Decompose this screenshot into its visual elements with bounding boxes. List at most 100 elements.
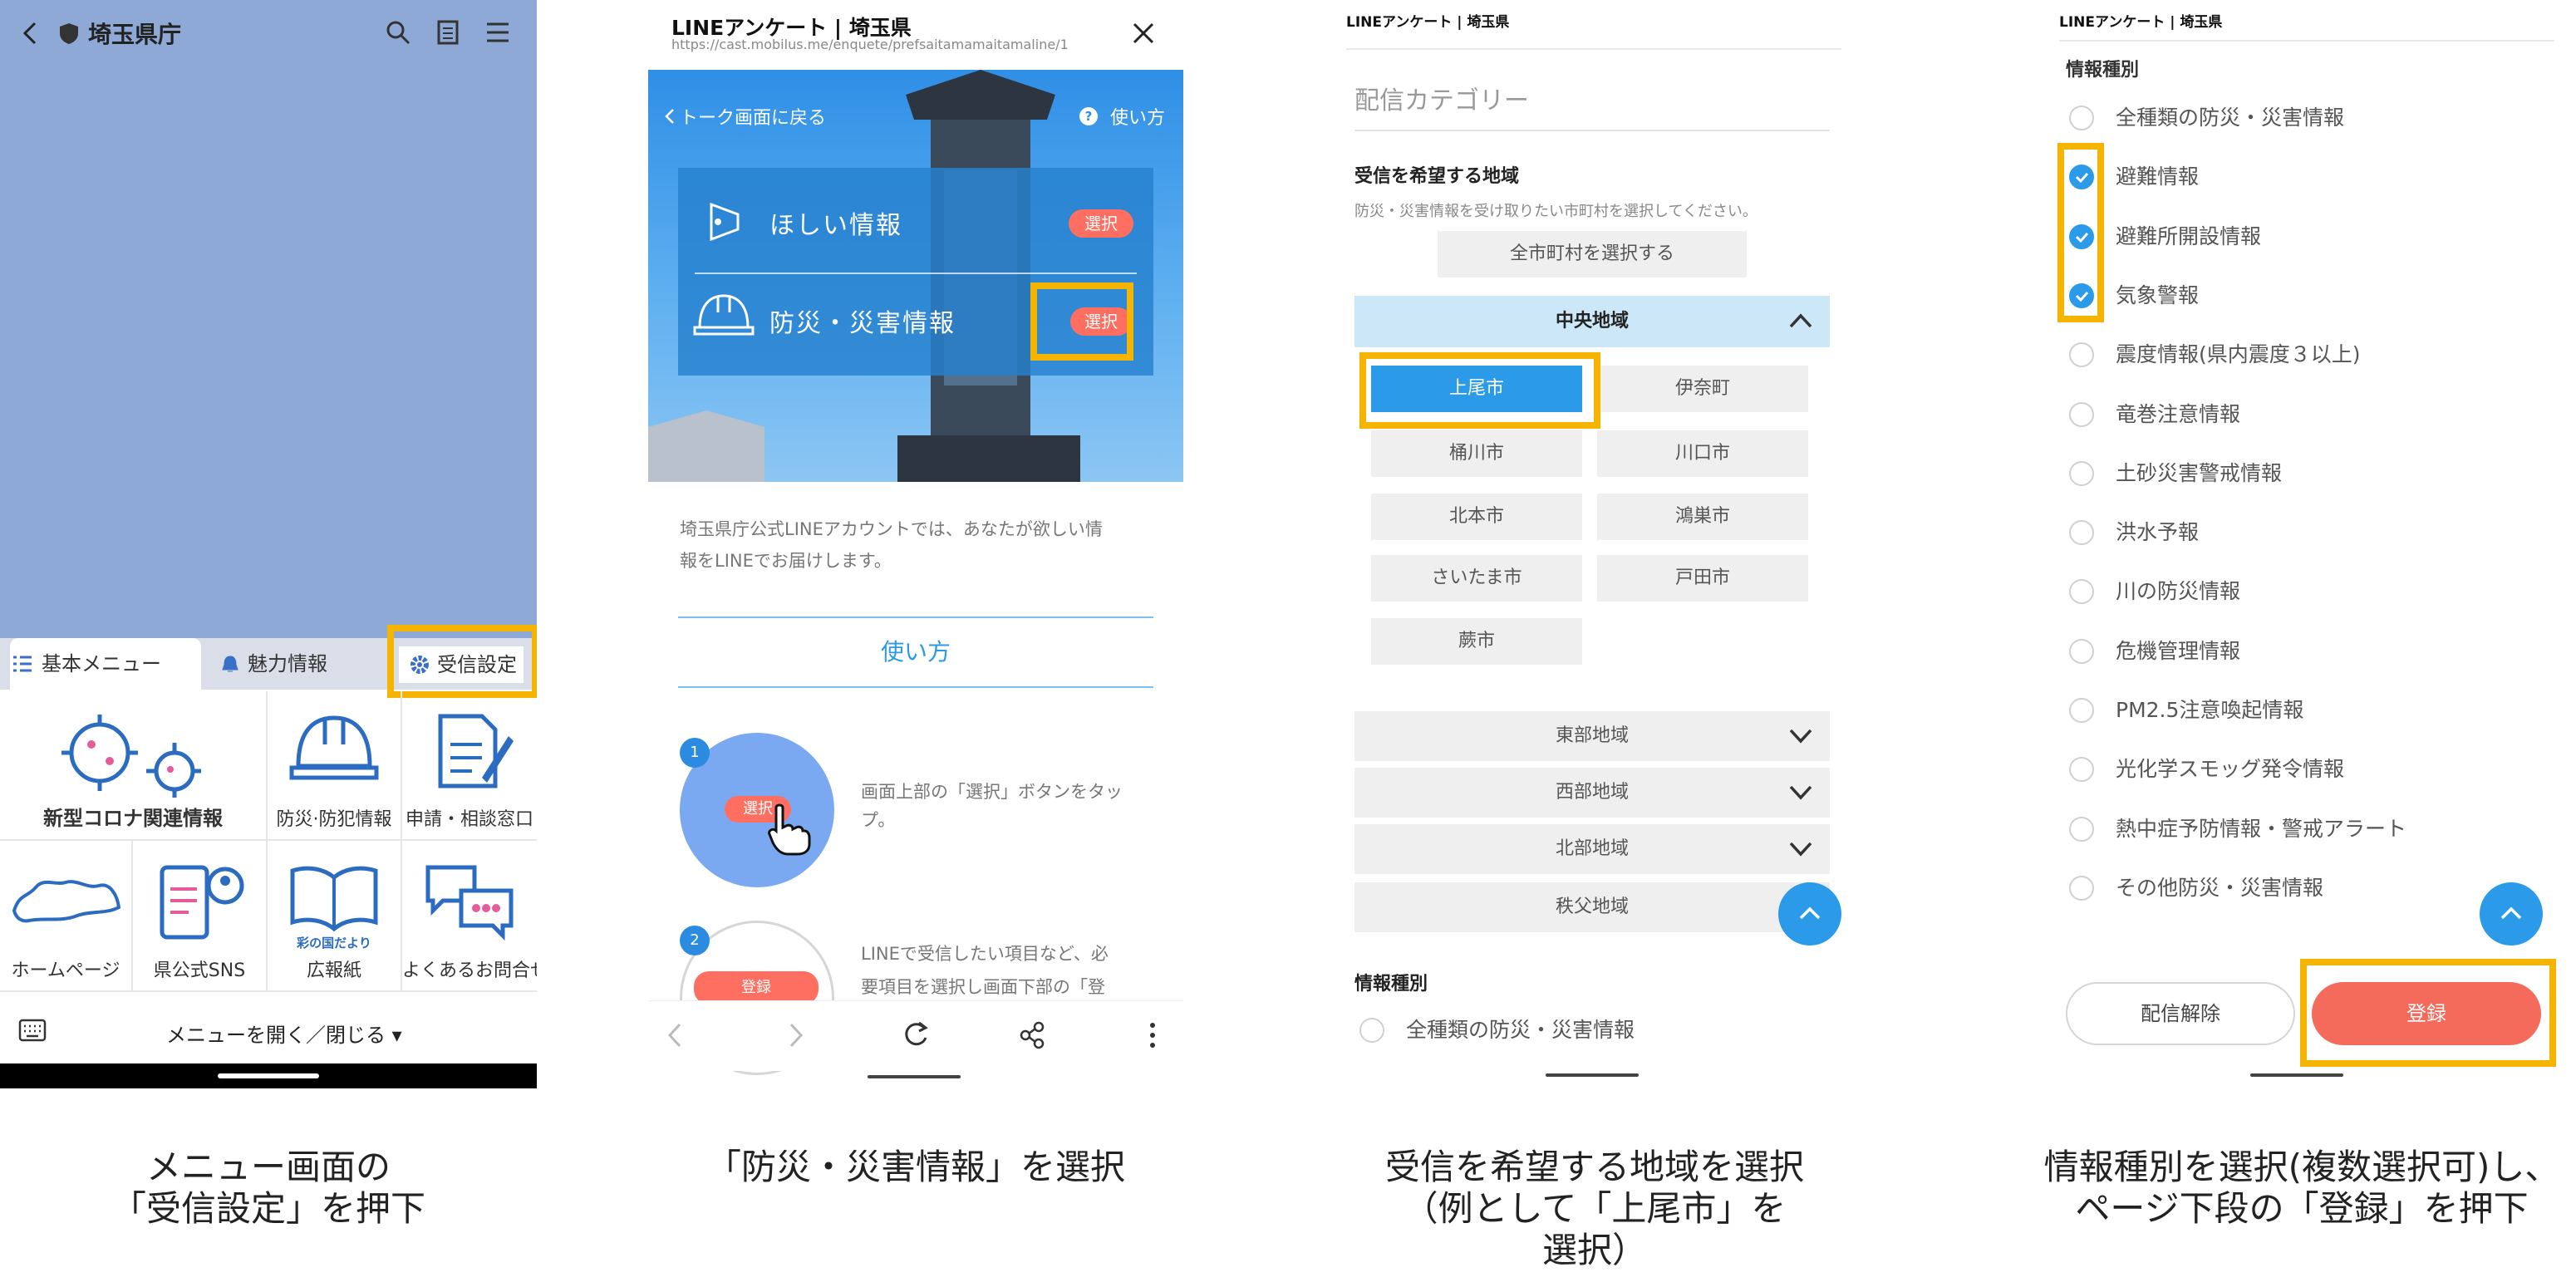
radio-unchecked[interactable] [2069, 401, 2094, 427]
divider [1354, 130, 1830, 131]
city-warabi[interactable]: 蕨市 [1371, 618, 1582, 665]
menu-faq[interactable]: よくあるお問合せ [402, 841, 537, 992]
chevron-up-icon [2500, 906, 2522, 920]
hamburger-menu-icon[interactable] [485, 22, 510, 43]
saitama-map-icon [12, 880, 121, 923]
city-kitamoto[interactable]: 北本市 [1371, 494, 1582, 540]
highlight-ageo [1359, 352, 1600, 429]
select-wanted-info-button[interactable]: 選択 [1069, 209, 1133, 238]
shield-icon [60, 23, 78, 44]
survey-title: LINEアンケート | 埼玉県 [2059, 14, 2223, 31]
step2-register-pill: 登録 [694, 971, 819, 1004]
city-toda[interactable]: 戸田市 [1597, 555, 1808, 602]
radio-unchecked[interactable] [2069, 757, 2094, 783]
caption-step3: 受信を希望する地域を選択 （例として「上尾市」を 選択） [1384, 1147, 1804, 1270]
highlight-register [2300, 959, 2556, 1067]
radio-unchecked[interactable] [2069, 638, 2094, 664]
scroll-top-button[interactable] [2480, 882, 2543, 946]
region-west[interactable]: 西部地域 [1354, 768, 1830, 818]
document-pen-icon [438, 714, 514, 788]
radio-unchecked[interactable] [2069, 579, 2094, 605]
radio-unchecked[interactable] [2069, 460, 2094, 486]
radio-unchecked[interactable] [2069, 106, 2094, 130]
svg-text:?: ? [1085, 109, 1093, 124]
menu-toggle[interactable]: メニューを開く／閉じる ▾ [166, 1019, 402, 1048]
home-indicator[interactable] [868, 1075, 961, 1078]
radio-unchecked[interactable] [1359, 1018, 1384, 1043]
keyboard-icon[interactable] [18, 1019, 47, 1042]
app-header: 埼玉県庁 [0, 0, 537, 66]
info-option-label: 竜巻注意情報 [2116, 401, 2241, 426]
city-kawaguchi[interactable]: 川口市 [1597, 430, 1808, 477]
step1-text: 画面上部の「選択」ボタンをタッ プ。 [861, 782, 1123, 830]
share-icon[interactable] [1019, 1021, 1045, 1049]
tab-attraction[interactable]: 魅力情報 [218, 638, 376, 690]
region-east[interactable]: 東部地域 [1354, 711, 1830, 761]
menu-application-consultation[interactable]: 申請・相談窓口 [402, 691, 537, 841]
bell-icon [222, 656, 238, 672]
header-divider [1346, 37, 1841, 50]
help-link[interactable]: 使い方 [1110, 103, 1165, 130]
info-option-label: 熱中症予防情報・警戒アラート [2116, 816, 2407, 841]
survey-url: https://cast.mobilus.me/enquete/prefsait… [671, 37, 1069, 52]
info-type-heading: 情報種別 [1354, 974, 1428, 995]
city-konosu[interactable]: 鴻巣市 [1597, 494, 1808, 540]
radio-unchecked[interactable] [2069, 698, 2094, 723]
survey-title: LINEアンケート | 埼玉県 [1346, 14, 1510, 31]
city-saitama[interactable]: さいたま市 [1371, 555, 1582, 602]
back-arrow-icon[interactable] [22, 22, 38, 45]
menu-homepage[interactable]: ホームページ [0, 841, 133, 992]
menu-newsletter[interactable]: 彩の国だより 広報紙 [268, 841, 402, 992]
highlight-checked-options [2057, 143, 2104, 322]
menu-covid-info[interactable]: 新型コロナ関連情報 [0, 691, 268, 841]
home-indicator[interactable] [1546, 1073, 1639, 1077]
back-to-talk-link[interactable]: トーク画面に戻る [680, 103, 826, 130]
caption-step4: 情報種別を選択(複数選択可)し、 ページ下段の「登録」を押下 [2043, 1147, 2560, 1229]
info-option-label: 光化学スモッグ発令情報 [2116, 757, 2345, 782]
panel-info-type-select: LINEアンケート | 埼玉県 情報種別 全種類の防災・災害情報 避難情報 避難所開… [2036, 0, 2576, 1088]
region-central-header[interactable]: 中央地域 [1354, 296, 1830, 347]
nav-back-icon[interactable] [666, 1021, 683, 1049]
notes-icon[interactable] [437, 20, 459, 45]
chevron-left-icon [665, 109, 674, 124]
account-title: 埼玉県庁 [88, 21, 182, 48]
sns-profile-icon [160, 865, 244, 940]
open-book-icon [290, 866, 378, 932]
info-option-label: 気象警報 [2116, 282, 2200, 307]
nav-forward-icon[interactable] [788, 1021, 804, 1049]
radio-unchecked[interactable] [2069, 875, 2094, 901]
tab-basic-menu[interactable]: 基本メニュー [10, 638, 201, 690]
nav-bar [0, 1063, 537, 1088]
info-option-label: その他防災・災害情報 [2116, 875, 2324, 900]
close-icon[interactable] [1132, 22, 1155, 45]
region-north[interactable]: 北部地域 [1354, 824, 1830, 874]
scroll-top-button[interactable] [1778, 882, 1841, 946]
delivery-category-label: 配信カテゴリー [1354, 86, 1529, 115]
menu-disaster-crime[interactable]: 防災·防犯情報 [268, 691, 402, 841]
radio-unchecked[interactable] [2069, 342, 2094, 368]
reload-icon[interactable] [901, 1019, 931, 1049]
list-icon [13, 656, 32, 672]
city-okegawa[interactable]: 桶川市 [1371, 430, 1582, 477]
info-option-label: PM2.5注意喚起情報 [2116, 698, 2304, 722]
highlight-disaster-select [1030, 282, 1133, 361]
menu-official-sns[interactable]: 県公式SNS [133, 841, 268, 992]
more-options-icon[interactable] [1148, 1021, 1157, 1049]
home-indicator[interactable] [218, 1073, 319, 1078]
info-option-label: 全種類の防災・災害情報 [2116, 106, 2345, 130]
radio-unchecked[interactable] [2069, 816, 2094, 842]
info-option-label: 避難情報 [2116, 165, 2200, 189]
caption-step1: メニュー画面の 「受信設定」を押下 [111, 1147, 425, 1229]
disaster-info-label: 防災・災害情報 [769, 309, 956, 338]
unsubscribe-button[interactable]: 配信解除 [2066, 982, 2295, 1045]
info-option-label: 土砂災害警戒情報 [2116, 460, 2283, 485]
step1-number: 1 [680, 738, 710, 768]
select-all-municipalities-button[interactable]: 全市町村を選択する [1438, 231, 1747, 278]
city-ina[interactable]: 伊奈町 [1597, 366, 1808, 412]
home-indicator[interactable] [2250, 1073, 2343, 1077]
search-icon[interactable] [386, 20, 410, 45]
region-chichibu[interactable]: 秩父地域 [1354, 882, 1830, 932]
help-icon: ? [1079, 107, 1098, 125]
radio-unchecked[interactable] [2069, 520, 2094, 546]
panel-survey-top: LINEアンケート | 埼玉県 https://cast.mobilus.me/… [648, 0, 1183, 1088]
